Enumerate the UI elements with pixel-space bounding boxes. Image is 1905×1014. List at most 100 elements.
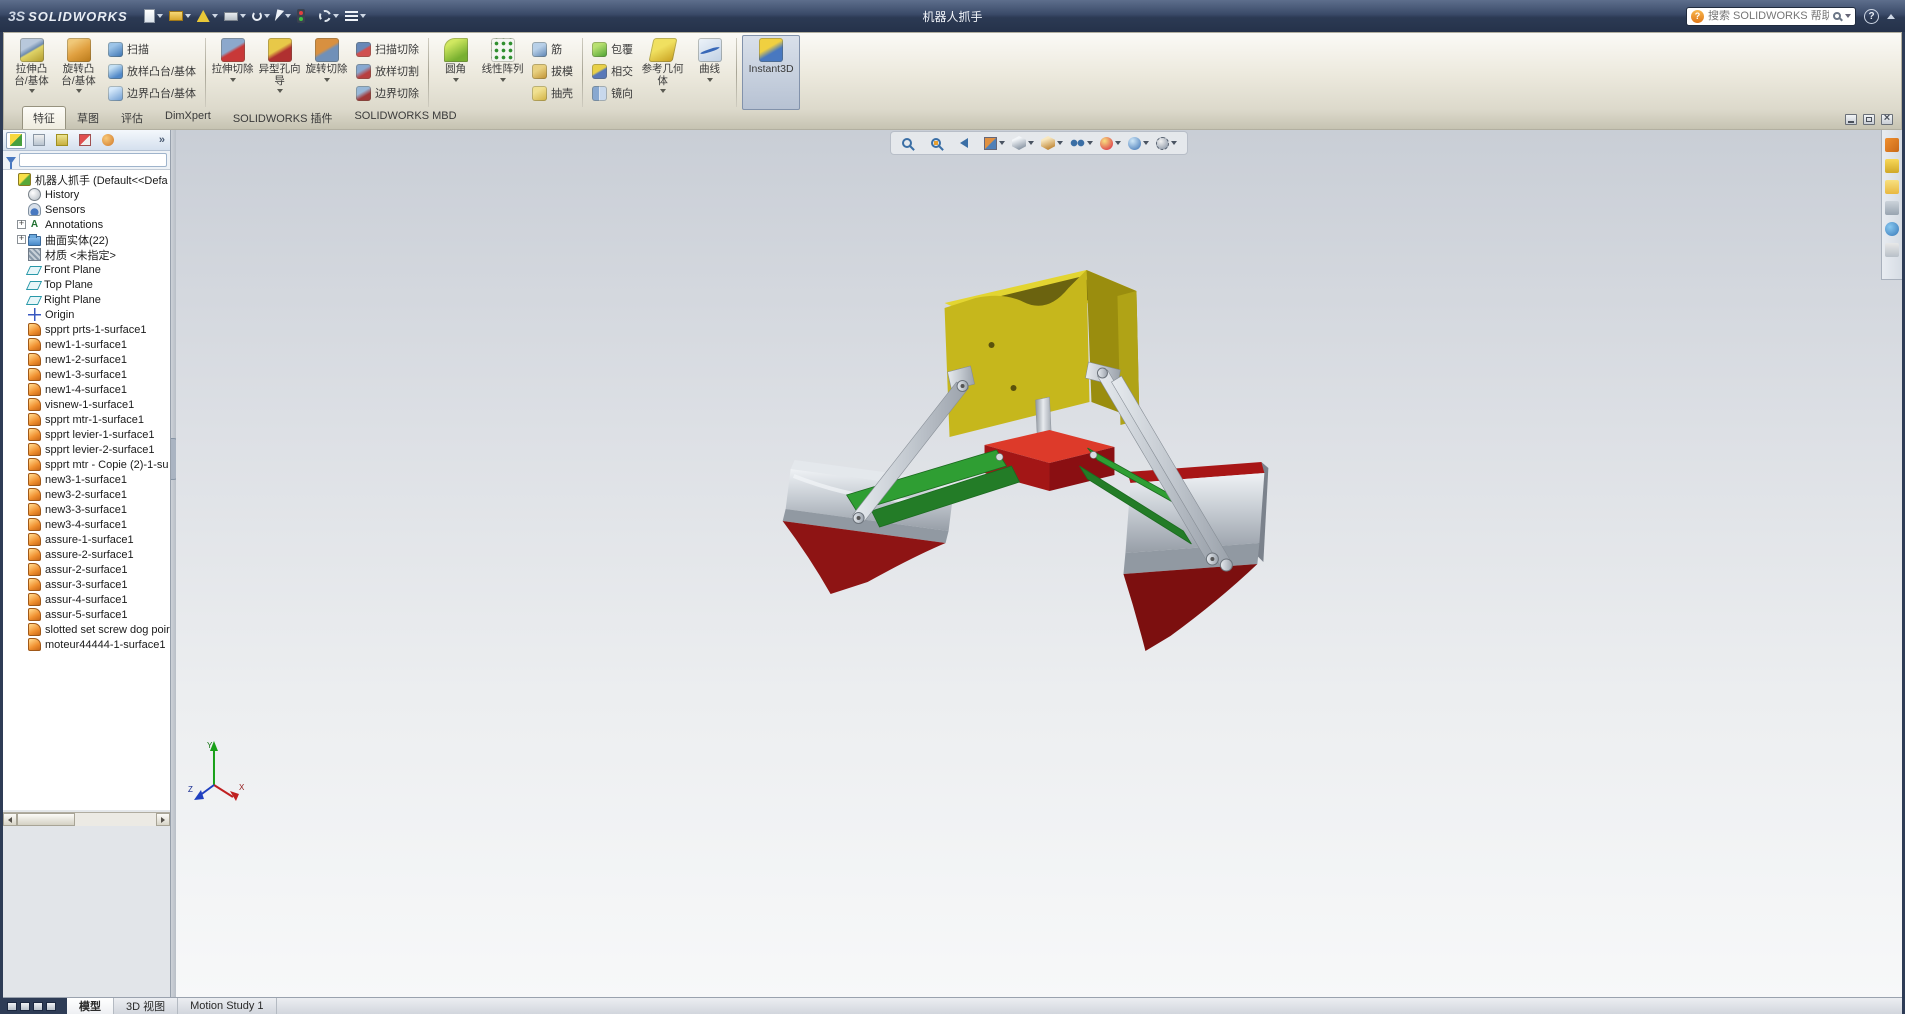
tree-item[interactable]: visnew-1-surface1 [3,397,170,412]
instant3d-button[interactable]: Instant3D [742,35,800,110]
print-icon[interactable] [222,11,248,22]
draft-button[interactable]: 拔模 [528,62,577,80]
appearances-scenes-icon[interactable] [1885,222,1899,236]
mirror-button[interactable]: 镜向 [588,84,637,102]
new-document-icon[interactable] [142,8,165,24]
tree-item[interactable]: spprt levier-2-surface1 [3,442,170,457]
select-cursor-icon[interactable] [274,9,293,23]
tab-motion-study-1[interactable]: Motion Study 1 [178,998,276,1014]
view-orientation-icon[interactable] [1010,134,1036,152]
revolved-cut-button[interactable]: 旋转切除 [303,35,350,105]
curves-button[interactable]: 曲线 [686,35,733,105]
help-icon[interactable]: ? [1864,9,1879,24]
section-view-icon[interactable] [982,135,1007,152]
tree-item[interactable]: new3-4-surface1 [3,517,170,532]
hide-show-items-icon[interactable] [1068,137,1095,149]
tree-item[interactable]: new1-4-surface1 [3,382,170,397]
options-gear-icon[interactable] [317,9,341,23]
dimxpertmanager-tab[interactable] [75,132,95,149]
zoom-to-area-icon[interactable] [928,135,954,151]
intersect-button[interactable]: 相交 [588,62,637,80]
tree-expander-icon[interactable] [17,220,26,229]
scroll-right-arrow[interactable] [156,813,170,826]
tree-item[interactable]: assur-3-surface1 [3,577,170,592]
filter-funnel-icon[interactable] [6,157,16,164]
tab-solidworks-addins[interactable]: SOLIDWORKS 插件 [222,106,344,129]
minimize-document-icon[interactable] [1845,114,1857,125]
tab-model[interactable]: 模型 [67,998,114,1014]
display-style-icon[interactable] [1039,134,1065,152]
tab-solidworks-mbd[interactable]: SOLIDWORKS MBD [343,106,467,129]
tree-item[interactable]: new1-2-surface1 [3,352,170,367]
tree-item[interactable]: new3-1-surface1 [3,472,170,487]
fillet-button[interactable]: 圆角 [432,35,479,105]
tree-horizontal-scrollbar[interactable] [3,812,170,826]
tree-item[interactable]: assure-1-surface1 [3,532,170,547]
swept-boss-button[interactable]: 扫描 [104,40,200,58]
search-input[interactable] [1708,10,1829,22]
tree-item[interactable]: slotted set screw dog poir [3,622,170,637]
tree-item[interactable]: spprt levier-1-surface1 [3,427,170,442]
lofted-cut-button[interactable]: 放样切割 [352,62,423,80]
scrollbar-thumb[interactable] [17,813,75,826]
previous-view-icon[interactable] [957,135,979,151]
revolved-boss-base-button[interactable]: 旋转凸台/基体 [55,35,102,105]
rib-button[interactable]: 筋 [528,40,577,58]
tab-features[interactable]: 特征 [22,106,66,129]
tree-item[interactable]: assur-2-surface1 [3,562,170,577]
solidworks-resources-icon[interactable] [1885,138,1899,152]
collapse-chevron-icon[interactable] [1887,14,1895,19]
swept-cut-button[interactable]: 扫描切除 [352,40,423,58]
tree-filter-input[interactable] [19,153,167,167]
tree-item[interactable]: new1-1-surface1 [3,337,170,352]
search-icon[interactable] [1833,12,1841,20]
zoom-to-fit-icon[interactable] [899,135,925,151]
edit-appearance-icon[interactable] [1098,135,1123,152]
tree-item[interactable]: new1-3-surface1 [3,367,170,382]
tree-item[interactable]: Top Plane [3,277,170,292]
tab-dimxpert[interactable]: DimXpert [154,106,222,129]
apply-scene-icon[interactable] [1126,135,1151,152]
restore-document-icon[interactable] [1863,114,1875,125]
tab-3d-views[interactable]: 3D 视图 [114,998,178,1014]
tree-item[interactable]: Sensors [3,202,170,217]
file-explorer-icon[interactable] [1885,180,1899,194]
featuremanager-tree-tab[interactable] [6,132,26,149]
configurationmanager-tab[interactable] [52,132,72,149]
tree-item[interactable]: new3-3-surface1 [3,502,170,517]
tab-sketch[interactable]: 草图 [66,106,110,129]
viewport-layout-icon-2[interactable] [20,1002,30,1011]
hole-wizard-button[interactable]: 异型孔向导 [256,35,303,105]
tree-item[interactable]: History [3,187,170,202]
tree-item[interactable]: spprt mtr - Copie (2)-1-su [3,457,170,472]
viewport-layout-icon-3[interactable] [33,1002,43,1011]
reference-geometry-button[interactable]: 参考几何体 [639,35,686,105]
undo-icon[interactable] [250,10,272,22]
close-document-icon[interactable] [1881,114,1893,125]
custom-properties-icon[interactable] [1885,243,1899,257]
tree-item[interactable]: new3-2-surface1 [3,487,170,502]
tree-item[interactable]: 机器人抓手 (Default<<Defa [3,172,170,187]
boundary-boss-button[interactable]: 边界凸台/基体 [104,84,200,102]
rebuild-traffic-light-icon[interactable] [295,8,315,24]
viewport-layout-icon-1[interactable] [7,1002,17,1011]
3d-viewport[interactable]: Y X Z [176,130,1902,997]
tree-item[interactable]: assur-5-surface1 [3,607,170,622]
tree-item[interactable]: Front Plane [3,262,170,277]
displaymanager-tab[interactable] [98,132,118,149]
save-icon[interactable] [195,9,220,23]
tree-item[interactable]: Right Plane [3,292,170,307]
propertymanager-tab[interactable] [29,132,49,149]
tree-item[interactable]: spprt prts-1-surface1 [3,322,170,337]
tree-item[interactable]: Annotations [3,217,170,232]
tree-expander-icon[interactable] [17,235,26,244]
wrap-button[interactable]: 包覆 [588,40,637,58]
lofted-boss-button[interactable]: 放样凸台/基体 [104,62,200,80]
model-canvas[interactable]: Y X Z [176,130,1902,997]
model-right-gripper[interactable] [1123,462,1268,651]
tab-evaluate[interactable]: 评估 [110,106,154,129]
design-library-icon[interactable] [1885,159,1899,173]
tree-item[interactable]: 曲面实体(22) [3,232,170,247]
search-dropdown-caret[interactable] [1845,14,1851,18]
open-file-icon[interactable] [167,10,193,22]
